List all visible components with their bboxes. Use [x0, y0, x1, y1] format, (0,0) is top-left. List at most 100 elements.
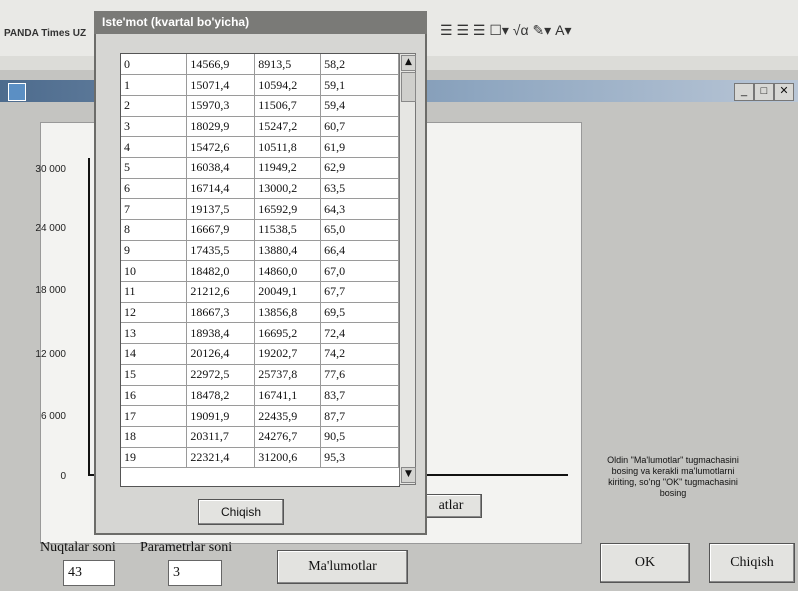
data-cell[interactable]: 16695,2	[254, 322, 322, 345]
exit-button[interactable]: Chiqish	[709, 543, 795, 583]
data-cell[interactable]: 64,3	[320, 198, 399, 220]
row-index-cell[interactable]: 15	[121, 364, 188, 386]
data-cell[interactable]: 16592,9	[254, 198, 322, 220]
row-index-cell[interactable]: 6	[121, 178, 188, 200]
font-name-box[interactable]: PANDA Times UZ	[4, 28, 86, 39]
data-button-behind[interactable]: atlar	[420, 494, 482, 518]
data-cell[interactable]: 95,3	[320, 447, 399, 469]
maximize-icon[interactable]: □	[754, 83, 774, 101]
data-cell[interactable]: 16741,1	[254, 385, 322, 407]
data-cell[interactable]: 19137,5	[186, 198, 256, 220]
row-index-cell[interactable]: 0	[121, 54, 188, 76]
data-cell[interactable]: 17435,5	[186, 240, 256, 262]
data-cell[interactable]: 15247,2	[254, 116, 322, 138]
row-index-cell[interactable]: 14	[121, 343, 188, 365]
row-index-cell[interactable]: 9	[121, 240, 188, 262]
data-cell[interactable]: 87,7	[320, 405, 399, 427]
row-index-cell[interactable]: 3	[121, 116, 188, 138]
data-cell[interactable]: 21212,6	[186, 281, 256, 303]
data-cell[interactable]: 22435,9	[254, 405, 322, 427]
minimize-icon[interactable]: _	[734, 83, 754, 101]
data-cell[interactable]: 10594,2	[254, 74, 322, 96]
data-cell[interactable]: 60,7	[320, 116, 399, 138]
data-cell[interactable]: 18478,2	[186, 385, 256, 407]
data-cell[interactable]: 18938,4	[186, 322, 256, 345]
data-grid[interactable]: 0 14566,9 8913,5 58,2 1 15071,4 10594,2 59,1 2 15…	[120, 53, 400, 487]
data-cell[interactable]: 19091,9	[186, 405, 256, 427]
row-index-cell[interactable]: 4	[121, 136, 188, 158]
row-index-cell[interactable]: 1	[121, 74, 188, 96]
data-cell[interactable]: 83,7	[320, 385, 399, 407]
data-cell[interactable]: 63,5	[320, 178, 399, 200]
data-cell[interactable]: 74,2	[320, 343, 399, 365]
data-cell[interactable]: 67,7	[320, 281, 399, 303]
data-cell[interactable]: 13856,8	[254, 302, 322, 324]
data-cell[interactable]: 31200,6	[254, 447, 322, 469]
data-cell[interactable]: 22321,4	[186, 447, 256, 469]
row-index-cell[interactable]: 11	[121, 281, 188, 303]
data-cell[interactable]: 65,0	[320, 219, 399, 241]
data-cell[interactable]: 24276,7	[254, 426, 322, 448]
row-index-cell[interactable]: 16	[121, 385, 188, 407]
data-cell[interactable]: 72,4	[320, 322, 399, 345]
row-index-cell[interactable]: 19	[121, 447, 188, 469]
data-cell[interactable]: 14860,0	[254, 260, 322, 283]
row-index-cell[interactable]: 17	[121, 405, 188, 427]
data-cell[interactable]: 11949,2	[254, 157, 322, 179]
table-row: 18 20311,7 24276,7 90,5	[121, 426, 399, 448]
data-cell[interactable]: 11538,5	[254, 219, 322, 241]
data-cell[interactable]: 18029,9	[186, 116, 256, 138]
row-index-cell[interactable]: 10	[121, 260, 188, 283]
data-cell[interactable]: 13880,4	[254, 240, 322, 262]
data-button[interactable]: Ma'lumotlar	[277, 550, 408, 584]
data-cell[interactable]: 16667,9	[186, 219, 256, 241]
data-cell[interactable]: 61,9	[320, 136, 399, 158]
data-cell[interactable]: 16714,4	[186, 178, 256, 200]
data-cell[interactable]: 19202,7	[254, 343, 322, 365]
data-cell[interactable]: 14566,9	[186, 54, 256, 76]
data-cell[interactable]: 59,1	[320, 74, 399, 96]
dialog-exit-button[interactable]: Chiqish	[198, 499, 284, 525]
ok-button[interactable]: OK	[600, 543, 690, 583]
row-index-cell[interactable]: 5	[121, 157, 188, 179]
data-cell[interactable]: 20049,1	[254, 281, 322, 303]
data-cell[interactable]: 22972,5	[186, 364, 256, 386]
close-icon[interactable]: ✕	[774, 83, 794, 101]
row-index-cell[interactable]: 18	[121, 426, 188, 448]
data-cell[interactable]: 25737,8	[254, 364, 322, 386]
data-cell[interactable]: 62,9	[320, 157, 399, 179]
row-index-cell[interactable]: 13	[121, 322, 188, 345]
data-cell[interactable]: 90,5	[320, 426, 399, 448]
params-input[interactable]: 3	[168, 560, 222, 586]
grid-scrollbar[interactable]: ▲ ▼	[399, 53, 416, 485]
row-index-cell[interactable]: 7	[121, 198, 188, 220]
data-cell[interactable]: 18667,3	[186, 302, 256, 324]
data-cell[interactable]: 69,5	[320, 302, 399, 324]
table-row: 16 18478,2 16741,1 83,7	[121, 385, 399, 407]
scroll-thumb[interactable]	[401, 72, 416, 102]
row-index-cell[interactable]: 12	[121, 302, 188, 324]
data-cell[interactable]: 59,4	[320, 95, 399, 117]
data-cell[interactable]: 8913,5	[254, 54, 322, 76]
data-cell[interactable]: 15071,4	[186, 74, 256, 96]
data-cell[interactable]: 10511,8	[254, 136, 322, 158]
data-cell[interactable]: 18482,0	[186, 260, 256, 283]
data-cell[interactable]: 20311,7	[186, 426, 256, 448]
data-cell[interactable]: 15970,3	[186, 95, 256, 117]
scroll-up-icon[interactable]: ▲	[401, 55, 416, 71]
data-cell[interactable]: 15472,6	[186, 136, 256, 158]
y-tick: 30 000	[35, 164, 66, 175]
data-cell[interactable]: 58,2	[320, 54, 399, 76]
data-cell[interactable]: 13000,2	[254, 178, 322, 200]
data-cell[interactable]: 77,6	[320, 364, 399, 386]
data-cell[interactable]: 67,0	[320, 260, 399, 283]
row-index-cell[interactable]: 2	[121, 95, 188, 117]
data-cell[interactable]: 20126,4	[186, 343, 256, 365]
data-cell[interactable]: 11506,7	[254, 95, 322, 117]
data-cell[interactable]: 16038,4	[186, 157, 256, 179]
scroll-down-icon[interactable]: ▼	[401, 467, 416, 483]
points-input[interactable]: 43	[63, 560, 115, 586]
row-index-cell[interactable]: 8	[121, 219, 188, 241]
data-cell[interactable]: 66,4	[320, 240, 399, 262]
indent-icons[interactable]: ☰ ☰ ☰ ☐▾ √α ✎▾ A▾	[440, 22, 571, 39]
